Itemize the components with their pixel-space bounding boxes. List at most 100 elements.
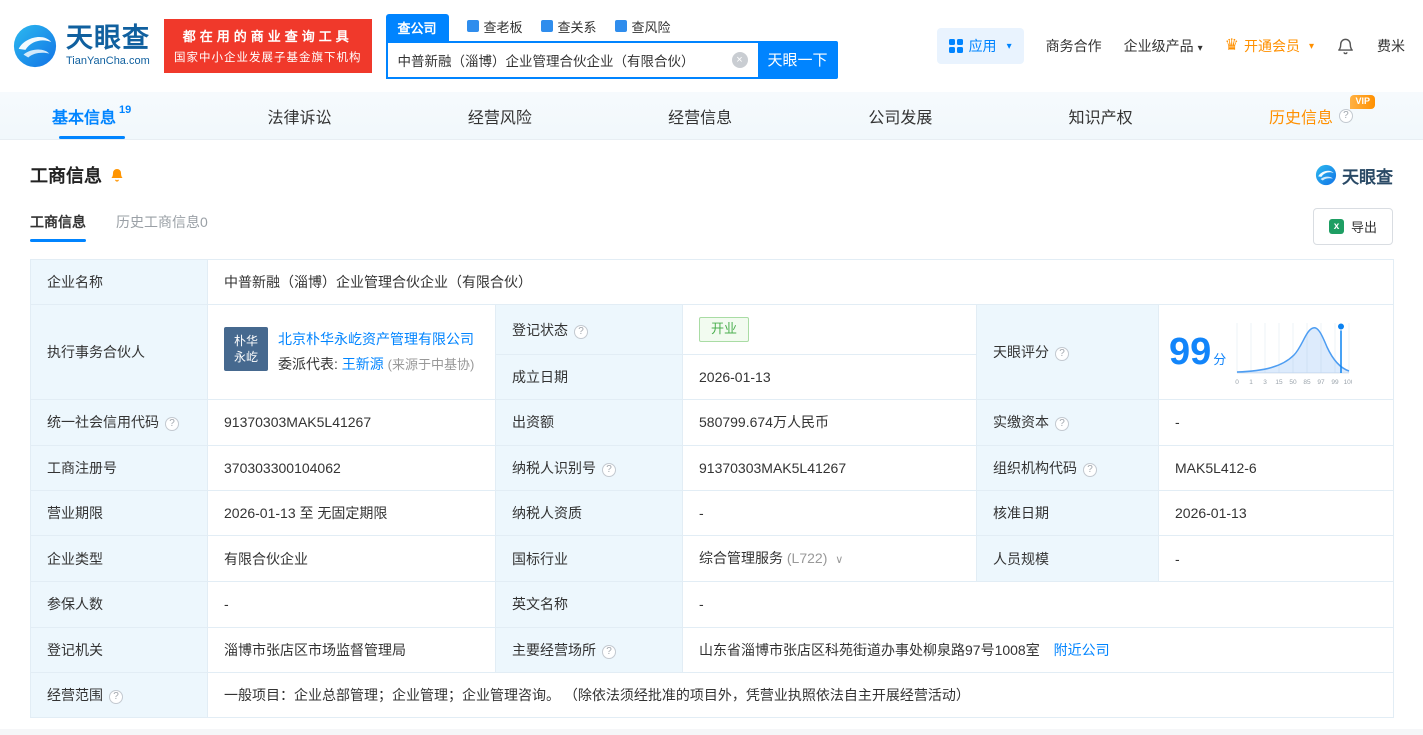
- company-type-value-cell: 有限合伙企业: [207, 535, 496, 583]
- establish-date-label-cell: 成立日期: [495, 354, 683, 401]
- alert-bell-icon[interactable]: [109, 167, 125, 183]
- logo-subtitle: TianYanCha.com: [66, 55, 150, 67]
- search-tab-boss[interactable]: 查老板: [466, 17, 523, 41]
- search-tabs: 查公司 查老板 查关系 查风险: [385, 13, 838, 41]
- svg-text:97: 97: [1318, 379, 1326, 386]
- nearby-companies-link[interactable]: 附近公司: [1054, 642, 1110, 658]
- tianyancha-logo[interactable]: 天眼查 TianYanCha.com: [12, 23, 150, 69]
- reg-status-value-cell: 开业: [682, 304, 977, 356]
- open-vip-menu[interactable]: ♛ 开通会员: [1225, 36, 1314, 56]
- delegate-source-note: (来源于中基协): [387, 357, 475, 373]
- search-input[interactable]: [385, 40, 758, 79]
- delegate-link[interactable]: 王新源: [342, 356, 384, 372]
- subtab-business-info[interactable]: 工商信息: [30, 212, 86, 242]
- reg-status-label-cell: 登记状态: [495, 304, 683, 356]
- industry-value: 综合管理服务: [699, 550, 783, 567]
- staff-size-label-cell: 人员规模: [976, 535, 1159, 583]
- history-help-icon[interactable]: [1338, 108, 1353, 123]
- executive-partner-label-cell: 执行事务合伙人: [30, 304, 208, 401]
- help-icon[interactable]: [574, 324, 588, 339]
- help-icon[interactable]: [1055, 417, 1069, 432]
- industry-label-cell: 国标行业: [495, 535, 683, 583]
- nav-tab-operation-risk[interactable]: 经营风险: [462, 92, 538, 139]
- insured-count-value-cell: -: [207, 581, 496, 628]
- svg-text:50: 50: [1290, 379, 1298, 386]
- partner-lines: 北京朴华永屹资产管理有限公司 委派代表: 王新源 (来源于中基协): [278, 327, 474, 377]
- partner-avatar: 朴华 永屹: [224, 327, 268, 372]
- business-term-label-cell: 营业期限: [30, 490, 208, 537]
- insured-count-label-cell: 参保人数: [30, 581, 208, 628]
- reg-authority-label-cell: 登记机关: [30, 626, 208, 673]
- nav-tab-company-development[interactable]: 公司发展: [862, 92, 938, 139]
- svg-text:15: 15: [1276, 379, 1284, 386]
- svg-text:0: 0: [1235, 379, 1239, 386]
- company-type-label-cell: 企业类型: [30, 535, 208, 583]
- english-name-label: 英文名称: [512, 596, 568, 613]
- help-icon[interactable]: [602, 462, 616, 477]
- english-name-label-cell: 英文名称: [495, 581, 683, 628]
- nav-tab-history-info[interactable]: VIP 历史信息: [1263, 92, 1375, 139]
- table-row-partner-status: 执行事务合伙人 朴华 永屹 北京朴华永屹资产管理有限公司 委派代表: 王新源 (…: [30, 304, 1395, 401]
- avatar-line2: 永屹: [233, 350, 258, 365]
- search-button[interactable]: 天眼一下: [757, 40, 838, 79]
- score-label: 天眼评分: [993, 344, 1049, 361]
- enterprise-products-menu[interactable]: 企业级产品: [1124, 36, 1203, 56]
- svg-text:3: 3: [1263, 379, 1267, 386]
- search-tab-risk[interactable]: 查风险: [614, 17, 671, 41]
- partner-company-link[interactable]: 北京朴华永屹资产管理有限公司: [278, 331, 474, 347]
- slogan-line1: 都在用的商业查询工具: [182, 29, 353, 44]
- help-icon[interactable]: [602, 644, 616, 659]
- chevron-down-icon[interactable]: [835, 554, 843, 566]
- approval-date-label-cell: 核准日期: [976, 490, 1159, 537]
- nav-tab-basic-info-label: 基本信息: [52, 109, 117, 127]
- org-code-value-cell: MAK5L412-6: [1157, 444, 1395, 492]
- help-icon[interactable]: [1055, 347, 1069, 362]
- nav-tab-legal[interactable]: 法律诉讼: [262, 92, 338, 139]
- search-tab-company[interactable]: 查公司: [385, 13, 449, 41]
- apps-menu[interactable]: 应用: [936, 28, 1024, 64]
- main-nav: 基本信息 19 法律诉讼 经营风险 经营信息 公司发展 知识产权 VIP 历史信…: [0, 92, 1423, 140]
- taxpayer-id-value-cell: 91370303MAK5L41267: [682, 444, 977, 492]
- help-icon[interactable]: [165, 417, 179, 432]
- svg-text:1: 1: [1249, 379, 1253, 386]
- risk-tab-icon: [614, 20, 627, 32]
- help-icon[interactable]: [1083, 462, 1097, 477]
- paid-capital-label: 实缴资本: [993, 414, 1049, 431]
- business-scope-value: 一般项目：企业总部管理；企业管理；企业管理咨询。 （除依法须经批准的项目外，凭营…: [224, 686, 970, 703]
- credit-code-value-cell: 91370303MAK5L41267: [207, 399, 496, 446]
- status-badge: 开业: [699, 317, 750, 343]
- help-icon[interactable]: [109, 689, 123, 704]
- nav-tab-operation-info[interactable]: 经营信息: [662, 92, 738, 139]
- table-row-term-approval: 营业期限 2026-01-13 至 无固定期限 纳税人资质 - 核准日期 202…: [30, 490, 1395, 537]
- search-area: 查公司 查老板 查关系 查风险 天眼一下: [385, 13, 838, 79]
- capital-label-cell: 出资额: [495, 399, 683, 446]
- nav-tab-intellectual-property[interactable]: 知识产权: [1063, 92, 1139, 139]
- notification-bell-icon[interactable]: [1336, 37, 1355, 56]
- username[interactable]: 费米: [1377, 36, 1405, 56]
- search-row: 天眼一下: [385, 40, 838, 79]
- reg-number-label-cell: 工商注册号: [30, 444, 208, 492]
- basic-info-count: 19: [119, 103, 132, 116]
- approval-date-value: 2026-01-13: [1175, 505, 1247, 522]
- business-cooperation-link[interactable]: 商务合作: [1046, 36, 1102, 56]
- subtab-history-business-info[interactable]: 历史工商信息0: [116, 212, 208, 242]
- industry-value-cell: 综合管理服务 (L722): [682, 535, 977, 583]
- company-type-value: 有限合伙企业: [224, 550, 308, 567]
- company-name-value: 中普新融（淄博）企业管理合伙企业（有限合伙）: [224, 274, 532, 290]
- partner-block: 朴华 永屹 北京朴华永屹资产管理有限公司 委派代表: 王新源 (来源于中基协): [224, 327, 479, 377]
- corner-brand-text: 天眼查: [1342, 167, 1393, 187]
- svg-text:85: 85: [1304, 379, 1312, 386]
- search-tab-relation[interactable]: 查关系: [540, 17, 597, 41]
- company-name-label: 企业名称: [47, 274, 103, 290]
- reg-authority-value-cell: 淄博市张店区市场监督管理局: [207, 626, 496, 673]
- export-button[interactable]: 导出: [1312, 208, 1393, 245]
- org-code-value: MAK5L412-6: [1175, 459, 1257, 476]
- table-row-credit-capital: 统一社会信用代码 91370303MAK5L41267 出资额 580799.6…: [30, 399, 1395, 446]
- clear-search-icon[interactable]: [731, 51, 748, 68]
- grid-icon: [948, 39, 963, 53]
- table-row-company-name: 企业名称 中普新融（淄博）企业管理合伙企业（有限合伙）: [30, 258, 1395, 306]
- score-unit: 分: [1213, 352, 1227, 368]
- staff-size-value: -: [1175, 550, 1180, 567]
- nav-tab-basic-info[interactable]: 基本信息 19: [46, 92, 137, 139]
- score-value-cell[interactable]: 99 分 0 1 3 15 50 85 97 99 10: [1157, 304, 1395, 401]
